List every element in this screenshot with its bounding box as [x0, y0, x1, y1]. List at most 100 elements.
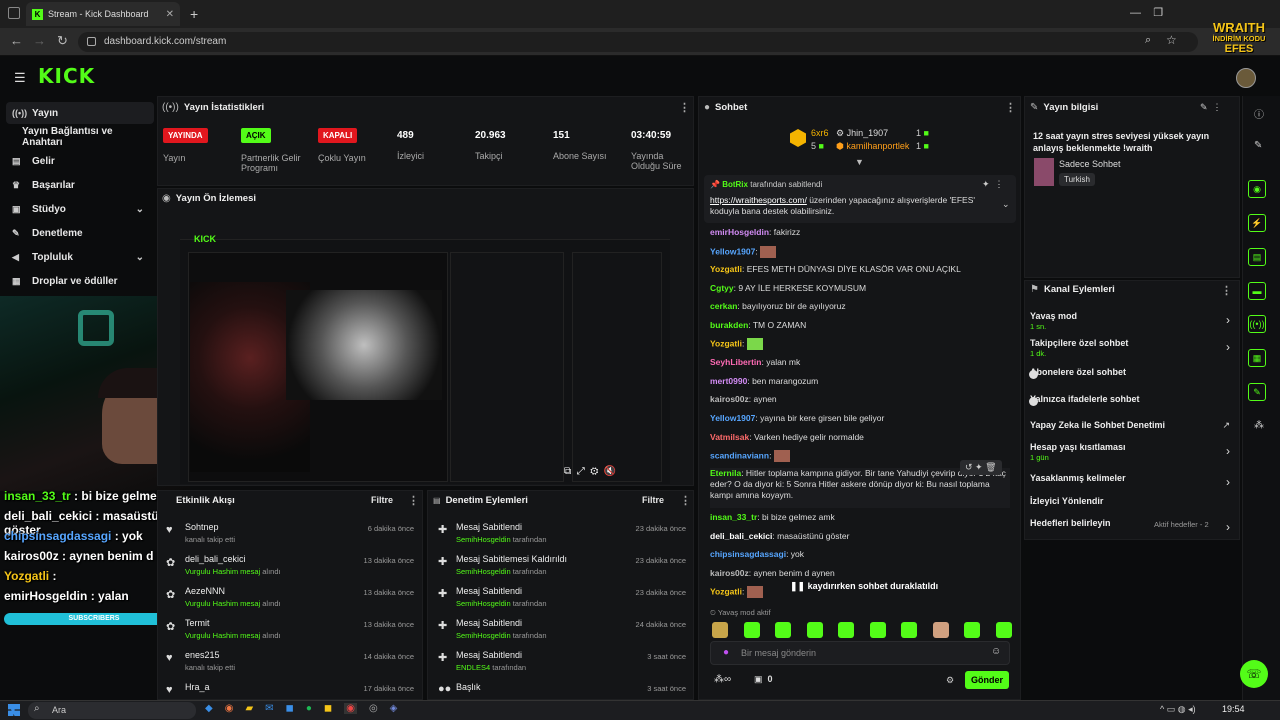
stats-menu-icon[interactable]: ⋮ [679, 101, 690, 114]
emote-icon[interactable] [743, 622, 760, 638]
chat-username[interactable]: Yellow1907 [710, 413, 755, 423]
emote-icon[interactable] [806, 622, 823, 638]
emote-icon[interactable] [964, 622, 981, 638]
chevron-right-icon[interactable]: › [1226, 475, 1230, 489]
channel-action-row[interactable]: Abonelere özel sohbet [1030, 367, 1232, 389]
channel-points[interactable]: ▣ 0 [754, 674, 773, 685]
info-icon[interactable]: ⓘ [1254, 106, 1264, 121]
emote-icon[interactable] [775, 622, 792, 638]
folder-icon[interactable]: ▰ [245, 703, 253, 714]
channel-action-row[interactable]: Yavaş mod 1 sn. › [1030, 311, 1232, 333]
emote-icon[interactable] [712, 622, 728, 638]
chat-input[interactable]: ● Bir mesaj gönderin ☺ [710, 641, 1010, 665]
sidebar-item-denetleme[interactable]: ✎ Denetleme [6, 222, 154, 244]
broadcast-tool-icon[interactable]: ((•)) [1248, 315, 1266, 333]
chat-message[interactable]: kairos00z: aynen benim d aynen [710, 568, 1010, 579]
activity-user[interactable]: AezeNNN [185, 586, 225, 596]
mod-action-row[interactable]: ✚ Mesaj Sabitlemesi Kaldırıldı SemihHosgel… [430, 553, 690, 583]
chat-username[interactable]: Cgtyy [710, 283, 734, 293]
send-button[interactable]: Gönder [965, 671, 1009, 689]
app-icon[interactable]: ◉ [225, 703, 234, 714]
kick-logo[interactable]: KICK [38, 64, 95, 88]
pencil-icon[interactable]: ✎ [1254, 140, 1262, 151]
expand-leaderboard-icon[interactable]: ▼ [855, 157, 864, 167]
activity-row[interactable]: ♥ Sohtnep kanalı takip etti 6 dakika önce [160, 521, 418, 551]
url-input[interactable]: dashboard.kick.com/stream [78, 32, 1198, 52]
chat-message[interactable]: deli_bali_cekici: masaüstünü göster [710, 531, 1010, 542]
window-controls[interactable]: — ❐ [1130, 6, 1163, 19]
leaderboard-name[interactable]: 6xr6 [811, 128, 829, 138]
chat-username[interactable]: SeyhLibertin [710, 357, 761, 367]
mod-action-row[interactable]: ✚ Mesaj Sabitlendi ENDLES4 tarafından 3 saa… [430, 649, 690, 679]
chat-message[interactable]: Yellow1907: [710, 246, 1010, 258]
mod-action-row[interactable]: ✚ Mesaj Sabitlendi SemihHosgeldin tarafınd… [430, 521, 690, 551]
chat-username[interactable]: kairos00z [710, 394, 749, 404]
chat-username[interactable]: Eternila [710, 468, 741, 478]
emote-icon[interactable] [995, 622, 1012, 638]
browser-tab[interactable]: K Stream - Kick Dashboard ✕ [26, 2, 180, 26]
app-icon[interactable]: ✉ [265, 703, 273, 714]
more-tools-icon[interactable]: ⁂ [1254, 420, 1264, 431]
activity-tool-icon[interactable]: ▦ [1248, 349, 1266, 367]
chat-username[interactable]: Yozgatli [710, 338, 742, 348]
chat-gear-icon[interactable]: ⚙ [946, 675, 954, 686]
user-avatar[interactable] [1236, 68, 1256, 88]
unpin-icon[interactable]: ✦ ⋮ [982, 179, 1004, 190]
emote-icon[interactable] [901, 622, 918, 638]
chevron-right-icon[interactable]: › [1226, 313, 1230, 327]
chat-username[interactable]: Yozgatli [710, 264, 742, 274]
activity-row[interactable]: ✿ AezeNNN Vurgulu Hashim mesaj alındı 13 da… [160, 585, 418, 615]
activity-filter-button[interactable]: Filtre [371, 495, 393, 505]
activity-user[interactable]: Termit [185, 618, 210, 628]
chat-username[interactable]: emirHosgeldin [710, 227, 769, 237]
chat-message[interactable]: Vatmilsak: Varken hediye gelir normalde [710, 432, 1010, 443]
tab-actions-icon[interactable] [8, 7, 20, 19]
activity-row[interactable]: ✿ Termit Vurgulu Hashim mesaj alındı 13 dak… [160, 617, 418, 647]
chat-message[interactable]: kairos00z: aynen [710, 394, 1010, 405]
chat-settings-icons[interactable]: ⁂∞ [714, 674, 731, 685]
bookmark-star-icon[interactable]: ☆ [1166, 33, 1177, 47]
channel-action-row[interactable]: Yasaklanmış kelimeler › [1030, 473, 1232, 495]
chat-username[interactable]: chipsinsagdassagi [710, 549, 786, 559]
mod-tool-icon[interactable]: ✎ [1248, 383, 1266, 401]
sidebar-item-gelir[interactable]: ▤ Gelir [6, 150, 154, 172]
sidebar-item-stream-key[interactable]: Yayın Bağlantısı ve Anahtarı [6, 126, 154, 148]
back-button[interactable]: ← [10, 33, 23, 48]
chat-message[interactable]: Yellow1907: yayına bir kere girsen bile … [710, 413, 1010, 424]
activity-user[interactable]: Sohtnep [185, 522, 219, 532]
emote-icon[interactable] [869, 622, 886, 638]
chat-message[interactable]: emirHosgeldin: fakirizz [710, 227, 1010, 238]
preview-video[interactable]: KICK ⧉ ⤢ ⚙ 🔇 [180, 212, 670, 484]
external-link-icon[interactable]: ↗ [1222, 420, 1230, 431]
sidebar-item-basarilar[interactable]: ♛ Başarılar [6, 174, 154, 196]
discord-icon[interactable]: ◈ [390, 703, 398, 714]
app-icon[interactable]: ◼ [286, 703, 294, 714]
channel-action-row[interactable]: Hedefleri belirleyin Aktif hedefler - 2 › [1030, 518, 1232, 540]
chat-username[interactable]: burakden [710, 320, 748, 330]
chat-username[interactable]: Yellow1907 [710, 246, 755, 256]
spotify-icon[interactable]: ● [306, 703, 312, 714]
edit-info-icon[interactable]: ✎ ⋮ [1200, 102, 1222, 113]
sidebar-item-topluluk[interactable]: ◀ Topluluk ⌄ [6, 246, 154, 268]
chat-username[interactable]: insan_33_tr [710, 512, 757, 522]
tab-close-icon[interactable]: ✕ [166, 9, 174, 20]
preview-controls[interactable]: ⧉ ⤢ ⚙ 🔇 [564, 466, 616, 477]
hamburger-menu-icon[interactable]: ☰ [14, 70, 26, 86]
new-tab-button[interactable]: + [190, 6, 198, 22]
activity-user[interactable]: Hra_a [185, 682, 210, 692]
app-icon[interactable]: ◎ [369, 703, 378, 714]
zoom-icon[interactable]: ⌕ [1145, 34, 1151, 47]
mic-icon[interactable]: ● [723, 647, 729, 658]
mod-menu-icon[interactable]: ⋮ [680, 494, 691, 507]
stream-category[interactable]: Sadece Sohbet [1059, 159, 1121, 169]
chat-username[interactable]: Yozgatli [710, 586, 742, 596]
chat-tool-icon[interactable]: ▬ [1248, 282, 1266, 300]
chevron-right-icon[interactable]: › [1226, 444, 1230, 458]
notes-tool-icon[interactable]: ▤ [1248, 248, 1266, 266]
emote-icon[interactable] [932, 622, 949, 638]
mod-filter-button[interactable]: Filtre [642, 495, 664, 505]
taskbar-apps[interactable]: ◆ ◉ ▰ ✉ ◼ ● ◼ ◉ ◎ ◈ [205, 703, 397, 714]
chat-paused-notice[interactable]: ❚❚ kaydırırken sohbet duraklatıldı [790, 581, 938, 592]
help-button[interactable]: ☏ [1240, 660, 1268, 688]
mod-action-row[interactable]: ✚ Mesaj Sabitlendi SemihHosgeldin tarafınd… [430, 617, 690, 647]
